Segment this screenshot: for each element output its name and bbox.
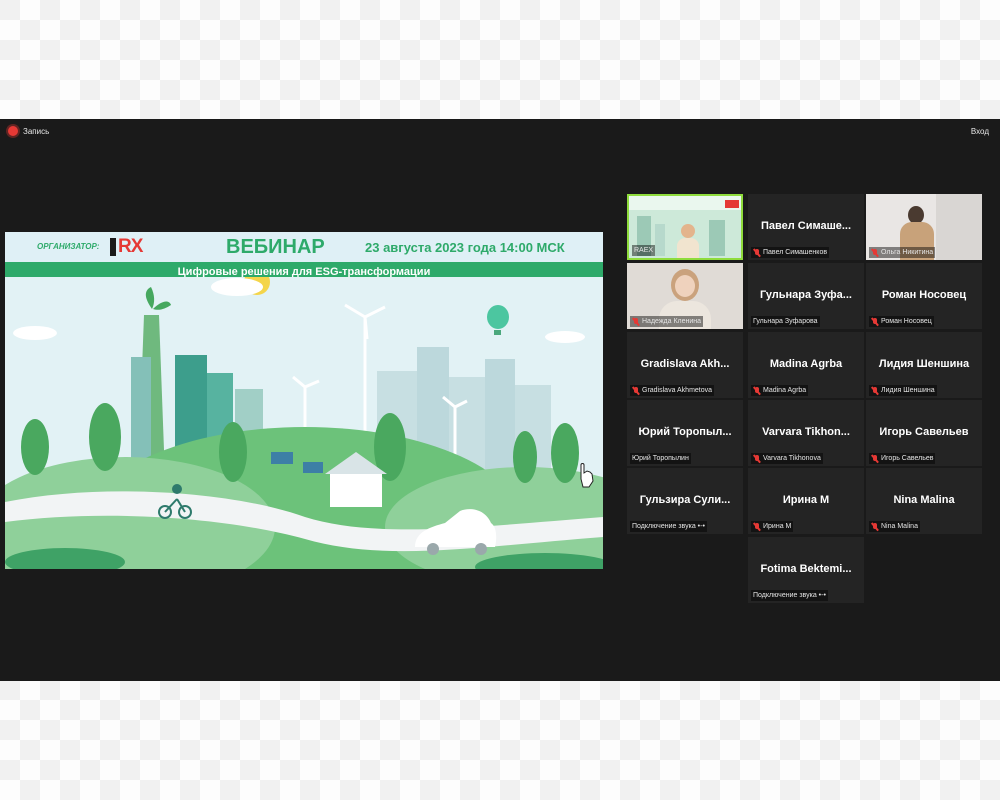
participant-display-name: Гульзира Сули... [639, 494, 731, 506]
cloud-icon [211, 278, 263, 296]
participant-name-label: Ольга Никитина [869, 247, 936, 258]
record-dot-icon [8, 126, 18, 136]
recording-label: Запись [23, 126, 50, 136]
participant-display-name: Игорь Савельев [879, 426, 969, 438]
participant-tile[interactable]: Игорь Савельев Игорь Савельев [866, 400, 982, 466]
balloon-icon [487, 305, 509, 329]
participant-display-name: Ирина М [782, 494, 830, 506]
mic-off-icon [632, 317, 640, 326]
slide-subtitle-bar: Цифровые решения для ESG-трансформации [5, 262, 603, 278]
participant-tile[interactable]: Павел Симаше... Павел Симашенков [748, 194, 864, 260]
participant-tile[interactable]: Madina Agrba Madina Agrba [748, 332, 864, 398]
participant-tile[interactable]: Лидия Шеншина Лидия Шеншина [866, 332, 982, 398]
mic-off-icon [753, 386, 761, 395]
participant-name-label: Гульнара Зуфарова [751, 316, 820, 327]
participant-tile[interactable]: Varvara Tikhon... Varvara Tikhonova [748, 400, 864, 466]
participant-display-name: Юрий Торопыл... [638, 426, 732, 438]
participant-name-text: Ирина М [763, 523, 792, 530]
participant-tile[interactable]: Надежда Кленина [627, 263, 743, 329]
mic-off-icon [753, 454, 761, 463]
participant-name-label: Юрий Торопылин [630, 453, 691, 464]
participant-name-text: Роман Носовец [881, 318, 932, 325]
participants-grid: RAEX Павел Симаше... Павел Симашенков Ольга… [627, 194, 982, 604]
mic-off-icon [871, 522, 879, 531]
participant-tile[interactable]: Ольга Никитина [866, 194, 982, 260]
participant-name-text: Гульнара Зуфарова [753, 318, 818, 325]
participant-name-label: Nina Malina [869, 521, 920, 532]
slide-date: 23 августа 2023 года 14:00 МСК [365, 240, 565, 255]
participant-tile[interactable]: Gradislava Akh... Gradislava Akhmetova [627, 332, 743, 398]
recording-indicator[interactable]: Запись [8, 126, 49, 136]
participant-name-text: RAEX [634, 247, 654, 254]
exit-button[interactable]: Вход [968, 125, 992, 138]
participant-tile[interactable]: Fotima Bektemi... Подключение звука •-• [748, 537, 864, 603]
participant-name-label: Подключение звука •-• [630, 521, 707, 532]
participant-display-name: Varvara Tikhon... [762, 426, 850, 438]
eco-city-illustration [5, 277, 603, 569]
participant-name-text: Лидия Шеншина [881, 387, 935, 394]
participant-name-text: Подключение звука •-• [632, 523, 705, 530]
participant-name-label: Gradislava Akhmetova [630, 385, 715, 396]
slide-title: ВЕБИНАР [226, 236, 325, 258]
participant-tile[interactable]: Ирина М Ирина М [748, 468, 864, 534]
participant-name-text: Надежда Кленина [642, 318, 702, 325]
participant-name-text: Ольга Никитина [881, 249, 934, 256]
shared-screen-slide: ОРГАНИЗАТОР: RX ВЕБИНАР 23 августа 2023 … [5, 232, 603, 569]
participant-name-label: Роман Носовец [869, 316, 934, 327]
participant-display-name: Nina Malina [893, 494, 955, 506]
participant-tile[interactable]: RAEX [627, 194, 743, 260]
mic-off-icon [871, 317, 879, 326]
slide-header: ОРГАНИЗАТОР: RX ВЕБИНАР 23 августа 2023 … [5, 232, 603, 262]
participant-name-label: Varvara Tikhonova [751, 453, 823, 464]
organizer-label: ОРГАНИЗАТОР: [37, 242, 100, 251]
mic-off-icon [871, 248, 879, 257]
participant-display-name: Madina Agrba [769, 358, 843, 370]
participant-display-name: Gradislava Akh... [640, 358, 730, 370]
mic-off-icon [753, 248, 761, 257]
participant-tile[interactable]: Гульнара Зуфа... Гульнара Зуфарова [748, 263, 864, 329]
participant-tile[interactable]: Юрий Торопыл... Юрий Торопылин [627, 400, 743, 466]
participant-name-label: Madina Agrba [751, 385, 809, 396]
participant-display-name: Гульнара Зуфа... [760, 289, 852, 301]
mic-off-icon [871, 454, 879, 463]
participant-name-text: Павел Симашенков [763, 249, 828, 256]
participant-name-label: Надежда Кленина [630, 316, 704, 327]
participant-name-text: Madina Agrba [763, 387, 807, 394]
participant-name-label: Игорь Савельев [869, 453, 936, 464]
participant-name-label: Ирина М [751, 521, 794, 532]
participant-name-text: Nina Malina [881, 523, 918, 530]
participant-name-label: Подключение звука •-• [751, 590, 828, 601]
mic-off-icon [753, 522, 761, 531]
participant-display-name: Павел Симаше... [760, 220, 852, 232]
participant-name-text: Varvara Tikhonova [763, 455, 821, 462]
participant-name-text: Подключение звука •-• [753, 592, 826, 599]
rx-logo: RX [110, 236, 162, 258]
participant-display-name: Fotima Bektemi... [760, 563, 852, 575]
participant-display-name: Роман Носовец [881, 289, 967, 301]
participant-name-text: Игорь Савельев [881, 455, 934, 462]
participant-name-label: RAEX [632, 245, 656, 256]
mic-off-icon [871, 386, 879, 395]
participant-name-label: Лидия Шеншина [869, 385, 937, 396]
participant-name-text: Gradislava Akhmetova [642, 387, 713, 394]
mic-off-icon [632, 386, 640, 395]
participant-tile[interactable]: Гульзира Сули... Подключение звука •-• [627, 468, 743, 534]
participant-tile[interactable]: Nina Malina Nina Malina [866, 468, 982, 534]
solar-panel-icon [271, 452, 293, 464]
top-bar: Запись Вход [0, 119, 1000, 145]
participant-name-text: Юрий Торопылин [632, 455, 689, 462]
meeting-window: Запись Вход ОРГАНИЗАТОР: RX ВЕБИНАР 23 а… [0, 119, 1000, 681]
participant-name-label: Павел Симашенков [751, 247, 830, 258]
participant-display-name: Лидия Шеншина [878, 358, 970, 370]
participant-tile[interactable]: Роман Носовец Роман Носовец [866, 263, 982, 329]
